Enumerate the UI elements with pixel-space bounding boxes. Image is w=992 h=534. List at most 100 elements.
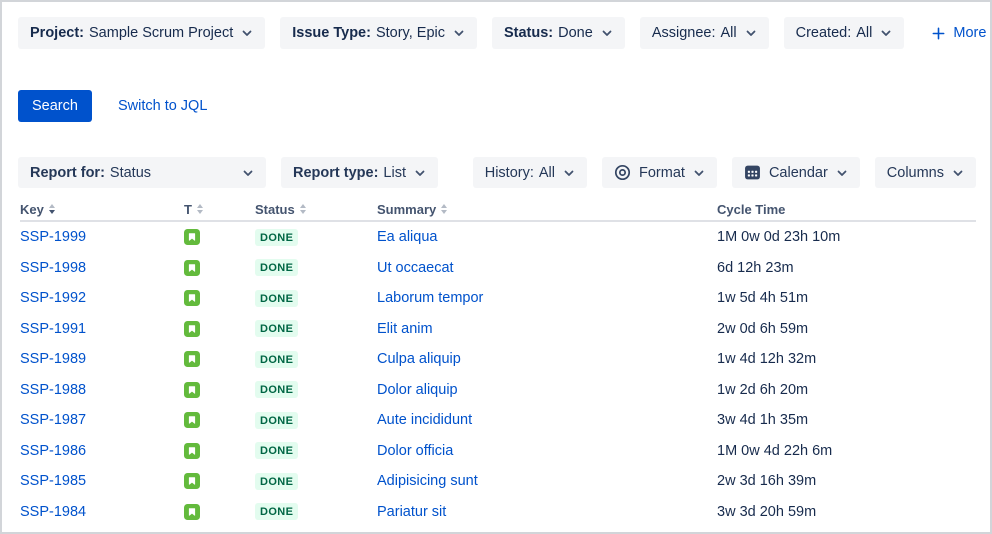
status-cell: DONE: [255, 472, 377, 490]
issue-summary-link[interactable]: Dolor aliquip: [377, 382, 458, 398]
cycle-time-value: 2w 3d 16h 39m: [717, 473, 817, 490]
calendar-dropdown[interactable]: Calendar: [731, 157, 860, 188]
chevron-down-icon: [693, 167, 705, 179]
report-type-value: List: [383, 164, 406, 181]
history-value: All: [538, 164, 556, 181]
filter-chip-label: Project:: [30, 25, 84, 41]
filter-chip[interactable]: Assignee: All: [639, 17, 769, 49]
key-cell: SSP-1984: [20, 504, 184, 520]
chevron-down-icon: [952, 167, 964, 179]
sort-icon: [48, 204, 55, 214]
issue-key-link[interactable]: SSP-1991: [20, 321, 86, 337]
filter-chip[interactable]: Issue Type: Story, Epic: [280, 17, 477, 49]
key-cell: SSP-1999: [20, 229, 184, 245]
column-header-status[interactable]: Status: [255, 202, 377, 217]
filter-chip[interactable]: Project: Sample Scrum Project: [18, 17, 266, 49]
issue-key-link[interactable]: SSP-1999: [20, 229, 86, 245]
status-cell: DONE: [255, 381, 377, 399]
plus-icon: [931, 26, 946, 41]
filter-chips-container: Project: Sample Scrum Project Issue Type…: [18, 17, 919, 49]
key-cell: SSP-1988: [20, 382, 184, 398]
column-header-cycle-time: Cycle Time: [717, 202, 976, 217]
table-row: SSP-1986 DONE Dolor officia 1M 0w 4d 22h…: [20, 436, 976, 467]
issue-key-link[interactable]: SSP-1988: [20, 382, 86, 398]
filter-bar: Project: Sample Scrum Project Issue Type…: [18, 17, 986, 49]
column-header-summary[interactable]: Summary: [377, 202, 717, 217]
report-type-dropdown[interactable]: Report type: List: [281, 157, 438, 188]
report-for-dropdown[interactable]: Report for: Status: [18, 157, 266, 188]
status-badge: DONE: [255, 503, 299, 521]
issue-summary-link[interactable]: Dolor officia: [377, 443, 453, 459]
issue-summary-link[interactable]: Pariatur sit: [377, 504, 446, 520]
key-cell: SSP-1989: [20, 351, 184, 367]
summary-cell: Laborum tempor: [377, 290, 717, 306]
issue-key-link[interactable]: SSP-1984: [20, 504, 86, 520]
table-row: SSP-1988 DONE Dolor aliquip 1w 2d 6h 20m: [20, 375, 976, 406]
more-filters-button[interactable]: More: [931, 25, 986, 41]
column-header-type[interactable]: T: [184, 202, 255, 217]
search-button[interactable]: Search: [18, 90, 92, 122]
summary-cell: Dolor aliquip: [377, 382, 717, 398]
issue-summary-link[interactable]: Aute incididunt: [377, 412, 472, 428]
story-icon: [184, 473, 200, 490]
table-row: SSP-1985 DONE Adipisicing sunt 2w 3d 16h…: [20, 466, 976, 497]
chevron-down-icon: [601, 27, 613, 39]
column-header-label: T: [184, 201, 192, 217]
type-cell: [184, 412, 255, 429]
column-header-key[interactable]: Key: [20, 202, 184, 217]
cycle-time-value: 1w 5d 4h 51m: [717, 290, 809, 307]
issue-key-link[interactable]: SSP-1998: [20, 260, 86, 276]
issue-summary-link[interactable]: Ea aliqua: [377, 229, 437, 245]
chevron-down-icon: [745, 27, 757, 39]
story-icon: [184, 412, 200, 429]
cycle-time-value: 1M 0w 4d 22h 6m: [717, 442, 833, 459]
report-for-label: Report for:: [30, 164, 105, 181]
filter-chip[interactable]: Created: All: [783, 17, 905, 49]
type-cell: [184, 442, 255, 459]
story-icon: [184, 290, 200, 307]
issue-key-link[interactable]: SSP-1987: [20, 412, 86, 428]
issue-summary-link[interactable]: Elit anim: [377, 321, 433, 337]
columns-dropdown[interactable]: Columns: [874, 157, 976, 188]
issue-summary-link[interactable]: Laborum tempor: [377, 290, 483, 306]
chevron-down-icon: [836, 167, 848, 179]
type-cell: [184, 259, 255, 276]
calendar-icon: [744, 164, 761, 181]
format-dropdown[interactable]: Format: [602, 157, 717, 188]
type-cell: [184, 229, 255, 246]
status-badge: DONE: [255, 320, 299, 338]
column-header-label: Summary: [377, 201, 437, 217]
filter-chip-label: Status:: [503, 25, 554, 41]
summary-cell: Pariatur sit: [377, 504, 717, 520]
chevron-down-icon: [563, 167, 575, 179]
cycle-time-value: 6d 12h 23m: [717, 259, 794, 276]
type-cell: [184, 473, 255, 490]
issues-table: Key T Status Summary Cycle Time SSP-1999: [20, 198, 976, 527]
table-row: SSP-1992 DONE Laborum tempor 1w 5d 4h 51…: [20, 283, 976, 314]
filter-chip-value: Story, Epic: [375, 25, 445, 41]
chevron-down-icon: [453, 27, 465, 39]
filter-chip[interactable]: Status: Done: [491, 17, 625, 49]
eye-icon: [614, 164, 631, 181]
issue-key-link[interactable]: SSP-1985: [20, 473, 86, 489]
status-cell: DONE: [255, 503, 377, 521]
issue-key-link[interactable]: SSP-1986: [20, 443, 86, 459]
issue-summary-link[interactable]: Ut occaecat: [377, 260, 454, 276]
summary-cell: Ea aliqua: [377, 229, 717, 245]
table-row: SSP-1984 DONE Pariatur sit 3w 3d 20h 59m: [20, 497, 976, 528]
status-cell: DONE: [255, 289, 377, 307]
issue-key-link[interactable]: SSP-1989: [20, 351, 86, 367]
filter-chip-value: All: [856, 25, 873, 41]
table-body: SSP-1999 DONE Ea aliqua 1M 0w 0d 23h 10m…: [20, 222, 976, 527]
issue-key-link[interactable]: SSP-1992: [20, 290, 86, 306]
cycle-time-value: 3w 3d 20h 59m: [717, 503, 817, 520]
issue-summary-link[interactable]: Culpa aliquip: [377, 351, 461, 367]
issue-summary-link[interactable]: Adipisicing sunt: [377, 473, 478, 489]
history-dropdown[interactable]: History: All: [472, 157, 588, 188]
columns-label: Columns: [886, 164, 944, 181]
switch-to-jql-link[interactable]: Switch to JQL: [118, 98, 207, 114]
report-type-label: Report type:: [293, 164, 379, 181]
history-label: History:: [484, 164, 534, 181]
summary-cell: Adipisicing sunt: [377, 473, 717, 489]
key-cell: SSP-1998: [20, 260, 184, 276]
